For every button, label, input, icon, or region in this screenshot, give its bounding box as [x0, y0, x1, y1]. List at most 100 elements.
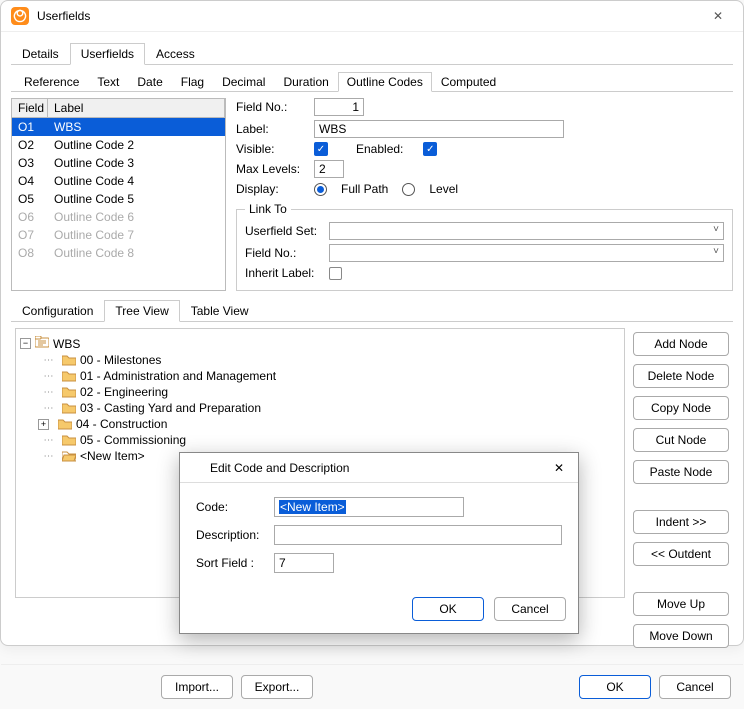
tree-item-label: 02 - Engineering [80, 385, 168, 399]
indent-button[interactable]: Indent >> [633, 510, 729, 534]
grid-row[interactable]: O7 Outline Code 7 [12, 226, 225, 244]
folder-icon [62, 354, 76, 366]
grid-row[interactable]: O2 Outline Code 2 [12, 136, 225, 154]
visible-checkbox[interactable]: ✓ [314, 142, 328, 156]
tab-userfields[interactable]: Userfields [70, 43, 145, 65]
userfields-window: Userfields ✕ Details Userfields Access R… [0, 0, 744, 646]
close-icon[interactable]: ✕ [703, 9, 733, 23]
subtab-duration[interactable]: Duration [274, 72, 337, 92]
tree-root-label: WBS [53, 337, 80, 351]
dialog-title: Edit Code and Description [210, 461, 548, 475]
subtab-decimal[interactable]: Decimal [213, 72, 274, 92]
field-no-label: Field No.: [236, 100, 308, 114]
tree-root[interactable]: − WBS [20, 335, 620, 352]
field-no-input[interactable] [314, 98, 364, 116]
grid-row[interactable]: O5 Outline Code 5 [12, 190, 225, 208]
window-title: Userfields [37, 9, 703, 23]
folder-icon [62, 370, 76, 382]
collapse-icon[interactable]: − [20, 338, 31, 349]
add-node-button[interactable]: Add Node [633, 332, 729, 356]
grid-row[interactable]: O6 Outline Code 6 [12, 208, 225, 226]
link-to-group: Link To Userfield Set: Field No.: Inheri… [236, 202, 733, 291]
tab-tree-view[interactable]: Tree View [104, 300, 179, 322]
grid-row[interactable]: O4 Outline Code 4 [12, 172, 225, 190]
tree-item[interactable]: ⋯ 02 - Engineering [20, 384, 620, 400]
tab-table-view[interactable]: Table View [180, 300, 260, 322]
tree-root-icon [35, 336, 49, 351]
dialog-ok-button[interactable]: OK [412, 597, 484, 621]
tree-connector: ⋯ [38, 451, 58, 462]
enabled-checkbox[interactable]: ✓ [423, 142, 437, 156]
display-full-path-radio[interactable] [314, 183, 327, 196]
display-level-radio[interactable] [402, 183, 415, 196]
tree-button-column: Add Node Delete Node Copy Node Cut Node … [633, 328, 729, 648]
tree-item[interactable]: ⋯ 01 - Administration and Management [20, 368, 620, 384]
titlebar: Userfields ✕ [1, 1, 743, 32]
grid-header-label: Label [48, 99, 225, 117]
grid-row[interactable]: O3 Outline Code 3 [12, 154, 225, 172]
tree-item-label: 03 - Casting Yard and Preparation [80, 401, 261, 415]
delete-node-button[interactable]: Delete Node [633, 364, 729, 388]
tree-item[interactable]: ⋯ 00 - Milestones [20, 352, 620, 368]
cut-node-button[interactable]: Cut Node [633, 428, 729, 452]
footer: Import... Export... OK Cancel [1, 664, 743, 709]
subtab-date[interactable]: Date [128, 72, 171, 92]
subtab-reference[interactable]: Reference [15, 72, 88, 92]
outdent-button[interactable]: << Outdent [633, 542, 729, 566]
close-icon[interactable]: ✕ [548, 461, 570, 475]
code-label: Code: [196, 500, 268, 514]
grid-row[interactable]: O1 WBS [12, 118, 225, 136]
folder-icon [62, 402, 76, 414]
tab-access[interactable]: Access [145, 43, 206, 65]
enabled-label: Enabled: [356, 142, 403, 156]
move-up-button[interactable]: Move Up [633, 592, 729, 616]
outline-codes-panel: Field Label O1 WBS O2 Outline Code 2 O3 … [11, 98, 733, 291]
sort-field-input[interactable] [274, 553, 334, 573]
subtab-outline-codes[interactable]: Outline Codes [338, 72, 432, 92]
description-input[interactable] [274, 525, 562, 545]
field-grid[interactable]: Field Label O1 WBS O2 Outline Code 2 O3 … [11, 98, 226, 291]
tree-item[interactable]: ⋯ 05 - Commissioning [20, 432, 620, 448]
cancel-button[interactable]: Cancel [659, 675, 731, 699]
label-input[interactable] [314, 120, 564, 138]
code-input[interactable]: <New Item> [274, 497, 464, 517]
max-levels-label: Max Levels: [236, 162, 308, 176]
subtab-computed[interactable]: Computed [432, 72, 505, 92]
tree-connector: ⋯ [38, 371, 58, 382]
move-down-button[interactable]: Move Down [633, 624, 729, 648]
paste-node-button[interactable]: Paste Node [633, 460, 729, 484]
import-button[interactable]: Import... [161, 675, 233, 699]
sub-tabstrip: Reference Text Date Flag Decimal Duratio… [11, 65, 733, 92]
dialog-body: Code: <New Item> Description: Sort Field… [180, 483, 578, 589]
export-button[interactable]: Export... [241, 675, 313, 699]
grid-row[interactable]: O8 Outline Code 8 [12, 244, 225, 262]
expand-icon[interactable]: + [38, 419, 49, 430]
dialog-cancel-button[interactable]: Cancel [494, 597, 566, 621]
tree-item-label: 00 - Milestones [80, 353, 161, 367]
folder-icon [58, 418, 72, 430]
tree-item-label: 05 - Commissioning [80, 433, 186, 447]
dialog-buttons: OK Cancel [180, 589, 578, 633]
max-levels-input[interactable] [314, 160, 344, 178]
tree-item[interactable]: ⋯ 03 - Casting Yard and Preparation [20, 400, 620, 416]
tab-configuration[interactable]: Configuration [11, 300, 104, 322]
tree-item[interactable]: + 04 - Construction [20, 416, 620, 432]
folder-icon [62, 434, 76, 446]
subtab-text[interactable]: Text [88, 72, 128, 92]
ok-button[interactable]: OK [579, 675, 651, 699]
link-field-no-dropdown[interactable] [329, 244, 724, 262]
edit-code-dialog: Edit Code and Description ✕ Code: <New I… [179, 452, 579, 634]
inherit-label-checkbox[interactable] [329, 267, 342, 280]
app-icon [188, 459, 202, 476]
tree-connector: ⋯ [38, 403, 58, 414]
display-full-path-label: Full Path [341, 182, 388, 196]
sort-field-label: Sort Field : [196, 556, 268, 570]
tree-item-label: 01 - Administration and Management [80, 369, 276, 383]
userfield-set-label: Userfield Set: [245, 224, 323, 238]
tree-item-label: 04 - Construction [76, 417, 167, 431]
copy-node-button[interactable]: Copy Node [633, 396, 729, 420]
grid-header-field: Field [12, 99, 48, 117]
tab-details[interactable]: Details [11, 43, 70, 65]
subtab-flag[interactable]: Flag [172, 72, 213, 92]
userfield-set-dropdown[interactable] [329, 222, 724, 240]
